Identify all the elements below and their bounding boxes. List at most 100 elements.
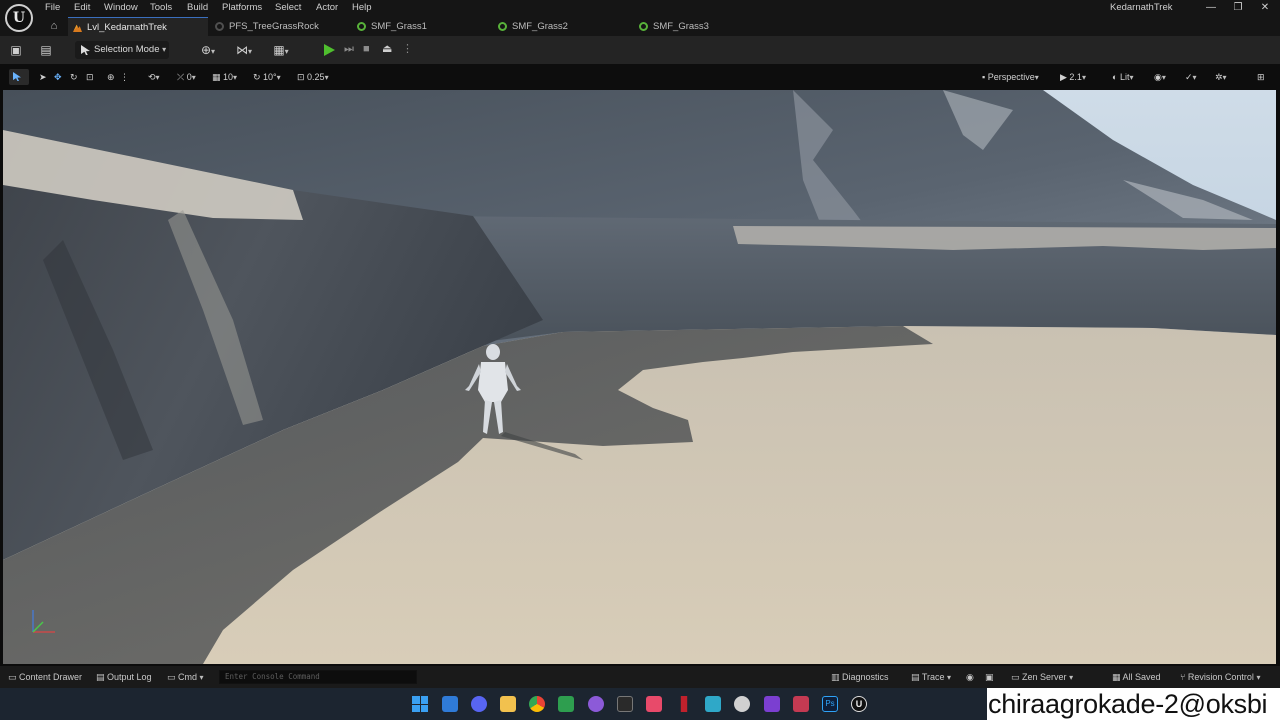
menu-window[interactable]: Window	[104, 0, 138, 17]
scale-snap-value: 0.25	[307, 72, 325, 82]
viewport-scene	[3, 90, 1276, 664]
more-options-icon[interactable]: ⋮	[120, 71, 129, 84]
camera-speed-dropdown[interactable]: ▶ 2.1▾	[1060, 71, 1086, 84]
world-space-icon[interactable]: ⊕	[107, 71, 115, 84]
viewport-toolbar: ➤ ✥ ↻ ⊡ ⊕ ⋮ ⟲▾ ⤫ 0▾ ▦ 10▾ ↻ 10°▾ ⊡ 0.25▾…	[0, 64, 1280, 90]
snipping-tool-icon[interactable]	[646, 696, 662, 712]
menu-edit[interactable]: Edit	[74, 0, 90, 17]
zen-server-dropdown[interactable]: ▭ Zen Server ▾	[1011, 671, 1073, 684]
scale-icon[interactable]: ⊡	[86, 71, 94, 84]
level-icon	[73, 24, 82, 32]
notepad-icon[interactable]	[558, 696, 574, 712]
cursor-icon	[81, 45, 90, 55]
github-icon[interactable]	[734, 696, 750, 712]
diagnostics-button[interactable]: ▥ Diagnostics	[831, 671, 889, 684]
grid-snap-toggle[interactable]: ▦ 10▾	[212, 71, 237, 84]
viewport-layout-icon[interactable]: ⊞	[1257, 71, 1265, 84]
cursor-icon[interactable]: ➤	[39, 71, 47, 84]
all-saved-button[interactable]: ▦ All Saved	[1112, 671, 1161, 684]
visual-studio-icon[interactable]	[764, 696, 780, 712]
menu-platforms[interactable]: Platforms	[222, 0, 262, 17]
foliage-icon	[215, 22, 224, 31]
selection-mode-label: Selection Mode	[94, 44, 160, 55]
launch-icon[interactable]: ⏏	[382, 42, 392, 56]
record-icon[interactable]: ◉	[966, 671, 974, 684]
translate-icon[interactable]: ✥	[54, 71, 62, 84]
tab-lvl-kedarnathtrek[interactable]: Lvl_KedarnathTrek	[68, 17, 208, 36]
content-drawer-label: Content Drawer	[19, 672, 83, 682]
app-icon[interactable]	[793, 696, 809, 712]
play-icon[interactable]	[324, 44, 335, 56]
scale-snap-toggle[interactable]: ⊡ 0.25▾	[297, 71, 329, 84]
content-drawer-button[interactable]: ▭ Content Drawer	[8, 671, 82, 684]
mesh-icon	[357, 22, 366, 31]
photoshop-icon[interactable]: Ps	[822, 696, 838, 712]
select-tool-icon[interactable]	[9, 69, 29, 85]
netflix-icon[interactable]	[680, 696, 688, 712]
chrome-icon[interactable]	[529, 696, 545, 712]
menu-help[interactable]: Help	[352, 0, 372, 17]
tab-smf-grass3[interactable]: SMF_Grass3	[634, 17, 764, 36]
performance-icon[interactable]: ✓▾	[1185, 71, 1197, 84]
github-desktop-icon[interactable]	[588, 696, 604, 712]
tab-smf-grass1[interactable]: SMF_Grass1	[352, 17, 482, 36]
perspective-dropdown[interactable]: ▪ Perspective▾	[982, 71, 1039, 84]
store-icon[interactable]	[705, 696, 721, 712]
mesh-icon	[639, 22, 648, 31]
file-explorer-icon[interactable]	[500, 696, 516, 712]
maximize-button[interactable]: ❐	[1223, 0, 1253, 17]
lit-dropdown[interactable]: ◐ Lit▾	[1112, 71, 1133, 84]
unreal-engine-taskbar-icon[interactable]: U	[851, 696, 867, 712]
main-toolbar: ▣ ▤ Selection Mode ▾ ⊕▾ ⋈▾ ▦▾	[0, 36, 1280, 64]
output-log-label: Output Log	[107, 672, 152, 682]
content-browser-icon[interactable]: ▤	[39, 43, 53, 57]
discord-icon[interactable]	[471, 696, 487, 712]
angle-snap-value: 10°	[263, 72, 277, 82]
stop-icon[interactable]: ■	[363, 42, 370, 56]
widgets-icon[interactable]	[442, 696, 458, 712]
save-icon[interactable]: ▣	[9, 43, 23, 57]
menu-tools[interactable]: Tools	[150, 0, 172, 17]
level-viewport[interactable]	[3, 90, 1276, 664]
tab-smf-grass2[interactable]: SMF_Grass2	[493, 17, 623, 36]
console-command-input[interactable]: Enter Console Command	[219, 670, 417, 684]
rotate-icon[interactable]: ↻	[70, 71, 78, 84]
add-actor-icon[interactable]: ⊕▾	[196, 43, 220, 57]
settings-gear-icon[interactable]: ✲▾	[1215, 71, 1227, 84]
menu-select[interactable]: Select	[275, 0, 301, 17]
revision-control-dropdown[interactable]: ⑂ Revision Control ▾	[1180, 671, 1260, 684]
terminal-icon[interactable]	[617, 696, 633, 712]
menu-bar: U File Edit Window Tools Build Platforms…	[0, 0, 1280, 32]
camera-speed-value: 2.1	[1069, 72, 1082, 82]
document-tab-bar: ⌂ Lvl_KedarnathTrek PFS_TreeGrassRock SM…	[0, 17, 1280, 36]
diagnostics-label: Diagnostics	[842, 672, 889, 682]
angle-snap-toggle[interactable]: ↻ 10°▾	[253, 71, 281, 84]
trace-dropdown[interactable]: ▤ Trace ▾	[911, 671, 951, 684]
trace-label: Trace	[921, 672, 945, 682]
view-mode-label: Perspective	[987, 72, 1035, 82]
tab-pfs-treegrassrock[interactable]: PFS_TreeGrassRock	[210, 17, 340, 36]
menu-build[interactable]: Build	[187, 0, 208, 17]
output-log-button[interactable]: ▤ Output Log	[96, 671, 152, 684]
surface-snap-icon[interactable]: ⟲▾	[148, 71, 160, 84]
selection-mode-dropdown[interactable]: Selection Mode ▾	[75, 41, 169, 59]
cmd-dropdown[interactable]: ▭ Cmd ▾	[167, 671, 204, 684]
show-flags-icon[interactable]: ◉▾	[1154, 71, 1166, 84]
blueprint-icon[interactable]: ⋈▾	[232, 43, 256, 57]
more-options-icon[interactable]: ⋮	[402, 42, 413, 56]
home-icon[interactable]: ⌂	[44, 17, 64, 36]
menu-file[interactable]: File	[45, 0, 60, 17]
close-button[interactable]: ✕	[1250, 0, 1280, 17]
status-bar: ▭ Content Drawer ▤ Output Log ▭ Cmd ▾ En…	[0, 666, 1280, 688]
chevron-down-icon: ▾	[162, 45, 167, 54]
cinematics-icon[interactable]: ▦▾	[268, 43, 294, 57]
all-saved-label: All Saved	[1122, 672, 1161, 682]
tab-label: PFS_TreeGrassRock	[229, 21, 319, 32]
menu-actor[interactable]: Actor	[316, 0, 338, 17]
step-icon[interactable]: ⏭	[344, 42, 354, 56]
rotation-snap-toggle[interactable]: ⤫ 0▾	[177, 71, 196, 84]
screenshot-icon[interactable]: ▣	[985, 671, 994, 684]
unreal-engine-logo[interactable]: U	[5, 4, 33, 32]
minimize-button[interactable]: —	[1196, 0, 1226, 17]
windows-start-icon[interactable]	[412, 696, 428, 712]
